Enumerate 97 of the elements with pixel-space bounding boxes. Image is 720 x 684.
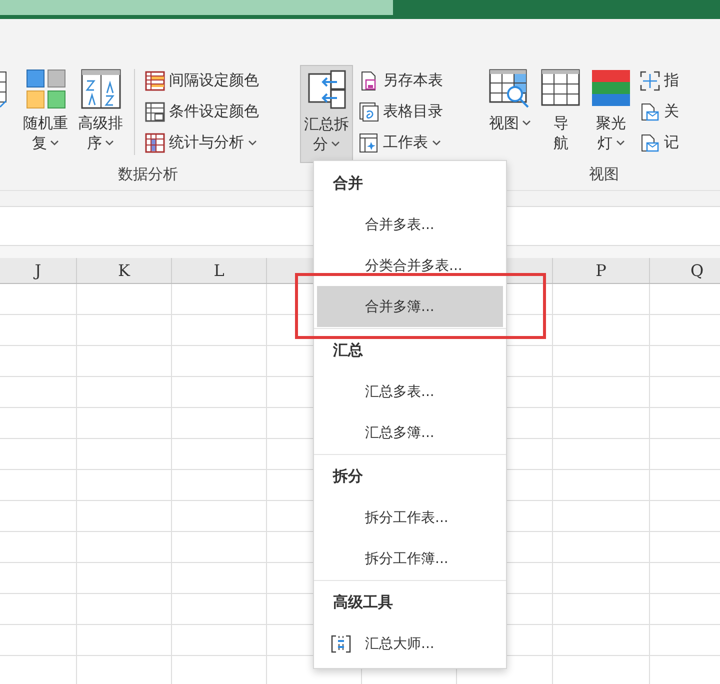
cell[interactable] xyxy=(553,439,650,470)
menu-section-header: 高级工具 xyxy=(332,592,394,613)
cell[interactable] xyxy=(77,439,172,470)
sheet-icon xyxy=(359,132,379,152)
menu-item[interactable]: 汇总大师... xyxy=(317,623,503,664)
mail-page-icon xyxy=(640,102,660,122)
cell[interactable] xyxy=(77,346,172,377)
ribbon-button[interactable]: 汇总拆 分 xyxy=(300,65,353,163)
ribbon-button[interactable]: 导 航 xyxy=(538,65,584,163)
column-header[interactable]: Q xyxy=(650,258,720,283)
merge-icon xyxy=(306,70,346,110)
ribbon-button[interactable]: 关 xyxy=(638,98,681,125)
cell[interactable] xyxy=(0,377,77,408)
column-header[interactable]: L xyxy=(172,258,267,283)
ribbon-button[interactable]: 视图 xyxy=(486,65,534,163)
cell[interactable] xyxy=(553,563,650,594)
cell[interactable] xyxy=(553,532,650,563)
cell[interactable] xyxy=(172,408,267,439)
ribbon-button[interactable]: 统计与分析 xyxy=(143,129,261,156)
ribbon-button[interactable]: 工作表 xyxy=(357,129,445,156)
merge-icon xyxy=(331,634,351,654)
group-label: 数据分析 xyxy=(118,165,178,185)
cell[interactable] xyxy=(172,594,267,625)
table-icon xyxy=(145,102,165,122)
cell[interactable] xyxy=(172,532,267,563)
cell[interactable] xyxy=(77,532,172,563)
column-header[interactable]: J xyxy=(0,258,77,283)
cell[interactable] xyxy=(172,563,267,594)
ribbon-button[interactable]: 聚光 灯 xyxy=(588,65,634,163)
cell[interactable] xyxy=(0,439,77,470)
menu-item[interactable]: 拆分工作表... xyxy=(317,497,503,538)
cell[interactable] xyxy=(77,563,172,594)
cell[interactable] xyxy=(0,625,77,656)
cell[interactable] xyxy=(0,284,77,315)
cell[interactable] xyxy=(77,408,172,439)
ribbon-button[interactable]: 高级排 序 xyxy=(75,65,126,163)
ribbon-button[interactable]: 记 xyxy=(638,129,681,156)
cell[interactable] xyxy=(0,501,77,532)
tiles-icon xyxy=(26,69,66,109)
cell[interactable] xyxy=(172,625,267,656)
ribbon-button[interactable]: 随机重 复 xyxy=(20,65,71,163)
cell[interactable] xyxy=(77,594,172,625)
ribbon-button[interactable]: 另存本表 xyxy=(357,67,445,94)
column-header[interactable]: P xyxy=(553,258,650,283)
ribbon-button[interactable]: 指 xyxy=(638,67,681,94)
cell[interactable] xyxy=(553,315,650,346)
cell[interactable] xyxy=(0,346,77,377)
menu-item[interactable]: 分类合并多表... xyxy=(317,245,503,286)
cell[interactable] xyxy=(77,284,172,315)
cell[interactable] xyxy=(553,377,650,408)
cell[interactable] xyxy=(172,315,267,346)
column-header[interactable]: K xyxy=(77,258,172,283)
menu-section-header: 汇总 xyxy=(332,340,364,361)
cell[interactable] xyxy=(0,315,77,346)
cell[interactable] xyxy=(553,625,650,656)
cell[interactable] xyxy=(172,439,267,470)
ribbon-button[interactable]: 间隔设定颜色 xyxy=(143,67,261,94)
cell[interactable] xyxy=(77,315,172,346)
ribbon-button[interactable]: 条件设定颜色 xyxy=(143,98,261,125)
menu-item[interactable]: 汇总多表... xyxy=(317,371,503,412)
ribbon-button[interactable]: 表格目录 xyxy=(357,98,445,125)
grid-icon xyxy=(541,69,581,109)
cell[interactable] xyxy=(172,377,267,408)
cell[interactable] xyxy=(77,470,172,501)
sort-icon xyxy=(80,69,120,109)
crosshair-icon xyxy=(640,70,660,90)
cell[interactable] xyxy=(553,470,650,501)
menu-section-header: 合并 xyxy=(332,173,364,194)
menu-item[interactable]: 汇总多簿... xyxy=(317,412,503,453)
cell[interactable] xyxy=(172,501,267,532)
cell[interactable] xyxy=(553,408,650,439)
cell[interactable] xyxy=(553,594,650,625)
table-icon xyxy=(359,102,379,122)
group-label: 视图 xyxy=(589,165,619,185)
cell[interactable] xyxy=(172,470,267,501)
cell[interactable] xyxy=(77,625,172,656)
cell[interactable] xyxy=(0,470,77,501)
cell[interactable] xyxy=(0,563,77,594)
cell[interactable] xyxy=(172,346,267,377)
mail-page-icon xyxy=(640,132,660,152)
cell[interactable] xyxy=(0,532,77,563)
cell[interactable] xyxy=(553,284,650,315)
cell[interactable] xyxy=(0,408,77,439)
cell[interactable] xyxy=(0,594,77,625)
table-icon xyxy=(145,132,165,152)
menu-section-header: 拆分 xyxy=(332,466,364,487)
menu-item[interactable]: 合并多表... xyxy=(317,204,503,245)
table-icon xyxy=(145,70,165,90)
cell[interactable] xyxy=(77,501,172,532)
color-bands-icon xyxy=(591,69,631,109)
cell[interactable] xyxy=(553,501,650,532)
table-search-icon xyxy=(489,69,531,109)
cell[interactable] xyxy=(553,346,650,377)
cell[interactable] xyxy=(172,284,267,315)
cell[interactable] xyxy=(77,377,172,408)
menu-item[interactable]: 合并多簿... xyxy=(317,286,503,327)
menu-item[interactable]: 拆分工作簿... xyxy=(317,538,503,579)
